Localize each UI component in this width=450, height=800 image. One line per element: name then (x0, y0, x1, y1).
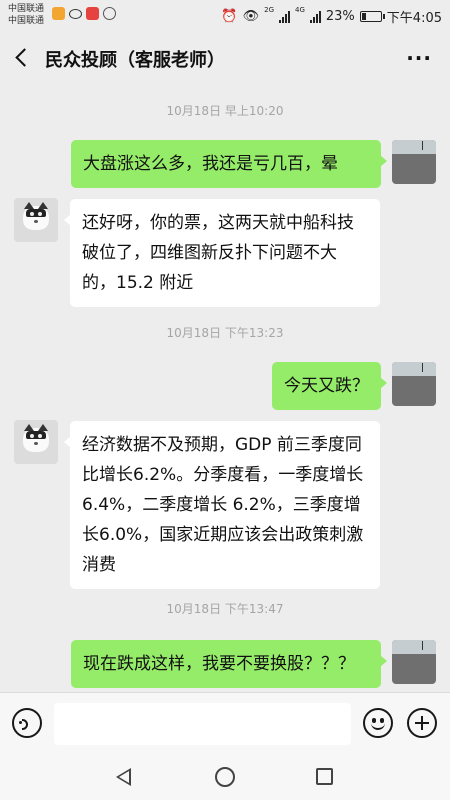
message-bubble-received[interactable]: 还好呀，你的票，这两天就中船科技破位了，四维图新反扑下问题不大的，15.2 附近 (64, 199, 380, 307)
status-right: ⏰ 👁 2G 4G 23% 下午4:05 (221, 6, 442, 27)
battery-percent: 23% (325, 9, 355, 24)
app-notification-icon (52, 7, 65, 20)
signal-icon-2 (309, 10, 321, 23)
status-bar: 中国联通 中国联通 ⏰ 👁 2G 4G 23% 下午4:05 (0, 0, 450, 32)
contact-avatar[interactable] (14, 420, 58, 464)
network-type-2: 4G (295, 6, 305, 14)
more-options-icon[interactable]: ··· (406, 46, 432, 70)
message-bubble-sent[interactable]: 今天又跌？ (272, 362, 387, 410)
system-home-icon[interactable] (215, 767, 235, 787)
cat-avatar-image (23, 424, 49, 452)
chat-title: 民众投顾（客服老师） (45, 50, 225, 71)
message-input[interactable] (54, 703, 351, 745)
my-avatar[interactable] (392, 140, 436, 184)
voice-input-icon[interactable] (12, 708, 42, 738)
system-recents-icon[interactable] (316, 768, 333, 785)
message-timestamp: 10月18日 早上10:20 (166, 104, 284, 118)
browser-icon (103, 7, 116, 20)
message-bubble-sent[interactable]: 大盘涨这么多，我还是亏几百，晕 (71, 140, 387, 188)
eye-comfort-icon: 👁 (242, 9, 260, 24)
chat-header: 民众投顾（客服老师） ··· (0, 32, 450, 84)
my-avatar[interactable] (392, 362, 436, 406)
system-back-icon[interactable] (116, 768, 131, 786)
battery-icon (359, 11, 385, 22)
message-bubble-sent[interactable]: 现在跌成这样，我要不要换股？？？ (71, 640, 387, 688)
system-nav-bar (0, 754, 450, 800)
contact-avatar[interactable] (14, 198, 58, 242)
cat-avatar-image (23, 202, 49, 230)
notification-icons (52, 7, 116, 20)
add-attachment-icon[interactable] (407, 708, 437, 738)
message-timestamp: 10月18日 下午13:23 (166, 326, 284, 340)
carrier-label: 中国联通 中国联通 (8, 3, 44, 27)
message-bubble-received[interactable]: 经济数据不及预期，GDP 前三季度同比增长6.2%。分季度看，一季度增长 6.4… (64, 421, 380, 589)
my-avatar[interactable] (392, 640, 436, 684)
emoji-icon[interactable] (363, 708, 393, 738)
weibo-icon (69, 8, 82, 19)
signal-icon-1 (279, 10, 290, 23)
stock-app-icon (86, 7, 99, 20)
back-chevron-icon[interactable] (14, 48, 30, 68)
clock: 下午4:05 (386, 11, 442, 26)
alarm-icon: ⏰ (221, 9, 238, 24)
battery-fill (361, 13, 366, 20)
message-list[interactable]: 10月18日 早上10:20 大盘涨这么多，我还是亏几百，晕 还好呀，你的票，这… (0, 84, 450, 692)
carrier-line-2: 中国联通 (8, 16, 45, 26)
message-timestamp: 10月18日 下午13:47 (166, 602, 284, 616)
input-bar (0, 692, 450, 754)
carrier-line-1: 中国联通 (8, 4, 45, 14)
network-type-1: 2G (264, 6, 274, 14)
